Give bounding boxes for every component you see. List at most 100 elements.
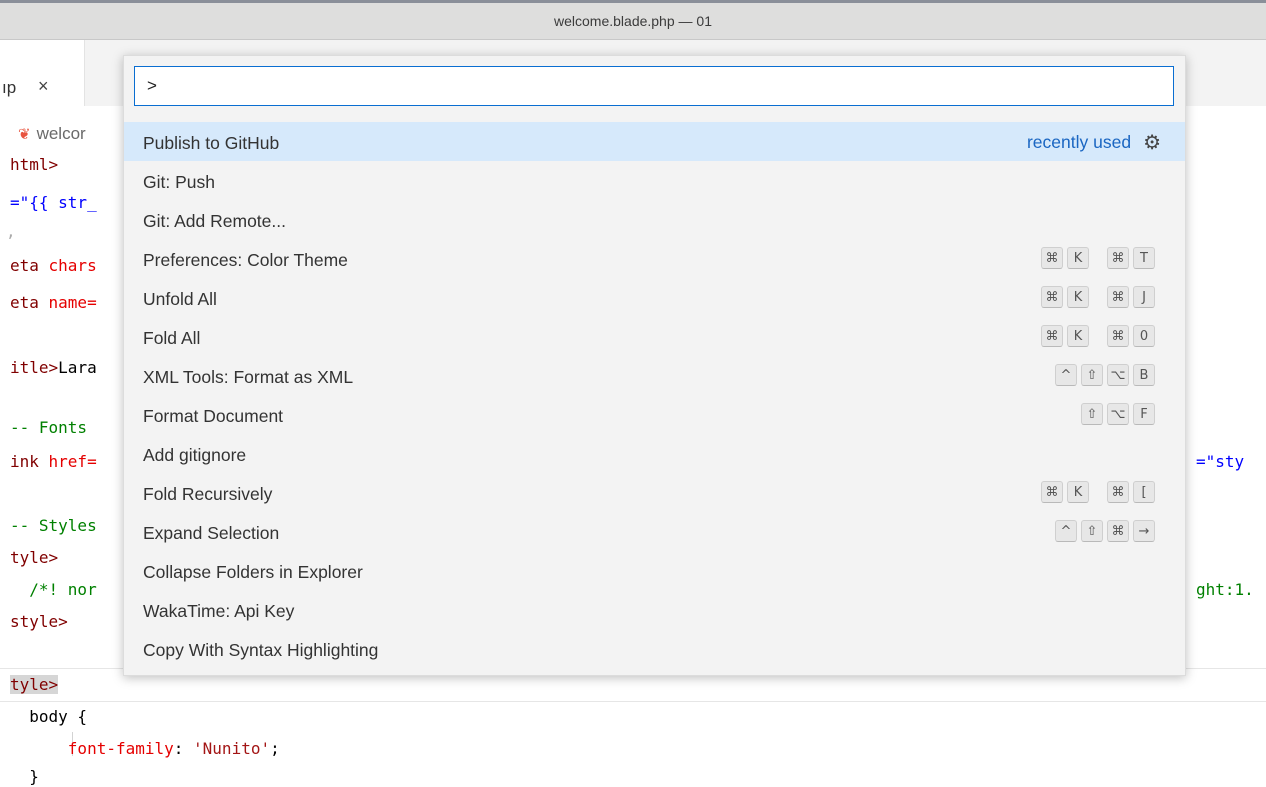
command-list: Publish to GitHub recently used ⚙ Git: Push… (124, 122, 1185, 668)
command-item-label: XML Tools: Format as XML (143, 367, 354, 387)
command-item[interactable]: Format Document ⇧ ⌥ F (124, 395, 1185, 434)
keybinding: ^ ⇧ ⌘ → (1041, 520, 1155, 542)
command-item-label: WakaTime: Api Key (143, 601, 295, 621)
key-chord: ⌘ K (1041, 481, 1089, 503)
window-titlebar: welcome.blade.php — 01 (0, 0, 1266, 40)
keycap: ⌘ (1041, 286, 1063, 308)
code-line: font-family: 'Nunito'; (67, 739, 280, 758)
key-chord: ⌘ K (1041, 325, 1089, 347)
keycap: ⌘ (1041, 247, 1063, 269)
code-line: tyle> (10, 675, 59, 694)
code-line: , (6, 222, 16, 241)
key-chord: ⌘[ (1107, 481, 1155, 503)
keycap: ⌘ (1041, 481, 1063, 503)
keycap: ^ (1055, 364, 1077, 386)
command-item-label: Preferences: Color Theme (143, 250, 348, 270)
editor-tab-label: ıp (2, 78, 17, 97)
key-chord: ⌘ J (1107, 286, 1155, 308)
keycap: 0 (1133, 325, 1155, 347)
keybinding: ⌘ K ⌘ T (1027, 247, 1155, 269)
command-item-label: Fold All (143, 328, 201, 348)
keycap: → (1133, 520, 1155, 542)
code-line: html> (10, 155, 59, 174)
keycap: K (1067, 286, 1089, 308)
keycap: J (1133, 286, 1155, 308)
command-item[interactable]: Unfold All ⌘ K ⌘ J (124, 278, 1185, 317)
keycap: K (1067, 325, 1089, 347)
code-line: body { (10, 707, 88, 726)
command-item-label: Publish to GitHub (143, 133, 280, 153)
keycap: F (1133, 403, 1155, 425)
breadcrumb[interactable]: ❦ welcor (18, 124, 86, 144)
window-title: welcome.blade.php — 01 (554, 13, 712, 29)
command-item[interactable]: Publish to GitHub recently used ⚙ (124, 122, 1185, 161)
keycap: ⇧ (1081, 364, 1103, 386)
keycap: ⌥ (1107, 403, 1129, 425)
key-chord: ^ ⇧ ⌘ → (1055, 520, 1155, 542)
keycap: ⇧ (1081, 403, 1103, 425)
editor-tab[interactable]: ıp × (0, 40, 85, 106)
command-item-meta: recently used ⚙ (1027, 130, 1161, 155)
command-item[interactable]: Copy With Syntax Highlighting (124, 629, 1185, 668)
command-item-label: Expand Selection (143, 523, 280, 543)
code-line: eta name= (10, 293, 97, 312)
command-item-label: Git: Add Remote... (143, 211, 286, 231)
command-item-label: Unfold All (143, 289, 217, 309)
command-item[interactable]: Git: Push (124, 161, 1185, 200)
keybinding: ⌘ K ⌘[ (1027, 481, 1155, 503)
keycap: ⌘ (1107, 286, 1129, 308)
code-line: /*! nor (10, 580, 97, 599)
keycap: ⌘ (1107, 520, 1129, 542)
command-item[interactable]: Git: Add Remote... (124, 200, 1185, 239)
keycap: [ (1133, 481, 1155, 503)
key-chord: ⌘ K (1041, 247, 1089, 269)
breadcrumb-file: welcor (36, 124, 86, 143)
command-item[interactable]: XML Tools: Format as XML ^ ⇧ ⌥ B (124, 356, 1185, 395)
recently-used-label: recently used (1026, 132, 1132, 152)
code-line: -- Fonts (10, 418, 88, 437)
command-item[interactable]: WakaTime: Api Key (124, 590, 1185, 629)
close-icon[interactable]: × (38, 76, 49, 97)
command-item-label: Fold Recursively (143, 484, 273, 504)
command-palette-input[interactable] (134, 66, 1174, 106)
code-line-overflow: ght:1. (1196, 580, 1254, 599)
code-line: tyle> (10, 548, 59, 567)
command-item-label: Add gitignore (143, 445, 247, 465)
laravel-icon: ❦ (18, 126, 31, 143)
command-item[interactable]: Expand Selection ^ ⇧ ⌘ → (124, 512, 1185, 551)
code-line: -- Styles (10, 516, 97, 535)
code-line: ink href= (10, 452, 97, 471)
code-line-overflow: ="sty (1196, 452, 1245, 471)
keybinding: ^ ⇧ ⌥ B (1041, 364, 1155, 386)
code-line: style> (10, 612, 68, 631)
keycap: B (1133, 364, 1155, 386)
keycap: T (1133, 247, 1155, 269)
code-line: } (10, 767, 39, 786)
keycap: K (1067, 481, 1089, 503)
keycap: ⌥ (1107, 364, 1129, 386)
keybinding: ⇧ ⌥ F (1067, 403, 1155, 425)
key-chord: ⇧ ⌥ F (1081, 403, 1155, 425)
keycap: ⌘ (1107, 247, 1129, 269)
code-line: ="{{ str_ (10, 193, 97, 212)
keycap: ⌘ (1107, 325, 1129, 347)
command-item-label: Format Document (143, 406, 284, 426)
command-item-label: Collapse Folders in Explorer (143, 562, 363, 582)
command-item[interactable]: Add gitignore (124, 434, 1185, 473)
command-item[interactable]: Fold All ⌘ K ⌘ 0 (124, 317, 1185, 356)
command-item-label: Copy With Syntax Highlighting (143, 640, 379, 660)
keycap: ⇧ (1081, 520, 1103, 542)
keybinding: ⌘ K ⌘ J (1027, 286, 1155, 308)
code-line: eta chars (10, 256, 97, 275)
gear-icon[interactable]: ⚙ (1143, 130, 1161, 155)
command-item[interactable]: Fold Recursively ⌘ K ⌘[ (124, 473, 1185, 512)
keybinding: ⌘ K ⌘ 0 (1027, 325, 1155, 347)
command-palette: Publish to GitHub recently used ⚙ Git: Push… (123, 55, 1186, 676)
key-chord: ⌘ 0 (1107, 325, 1155, 347)
command-item[interactable]: Preferences: Color Theme ⌘ K ⌘ T (124, 239, 1185, 278)
key-chord: ⌘ T (1107, 247, 1155, 269)
code-line: itle>Lara (10, 358, 97, 377)
keycap: K (1067, 247, 1089, 269)
command-item[interactable]: Collapse Folders in Explorer (124, 551, 1185, 590)
command-item-label: Git: Push (143, 172, 215, 192)
